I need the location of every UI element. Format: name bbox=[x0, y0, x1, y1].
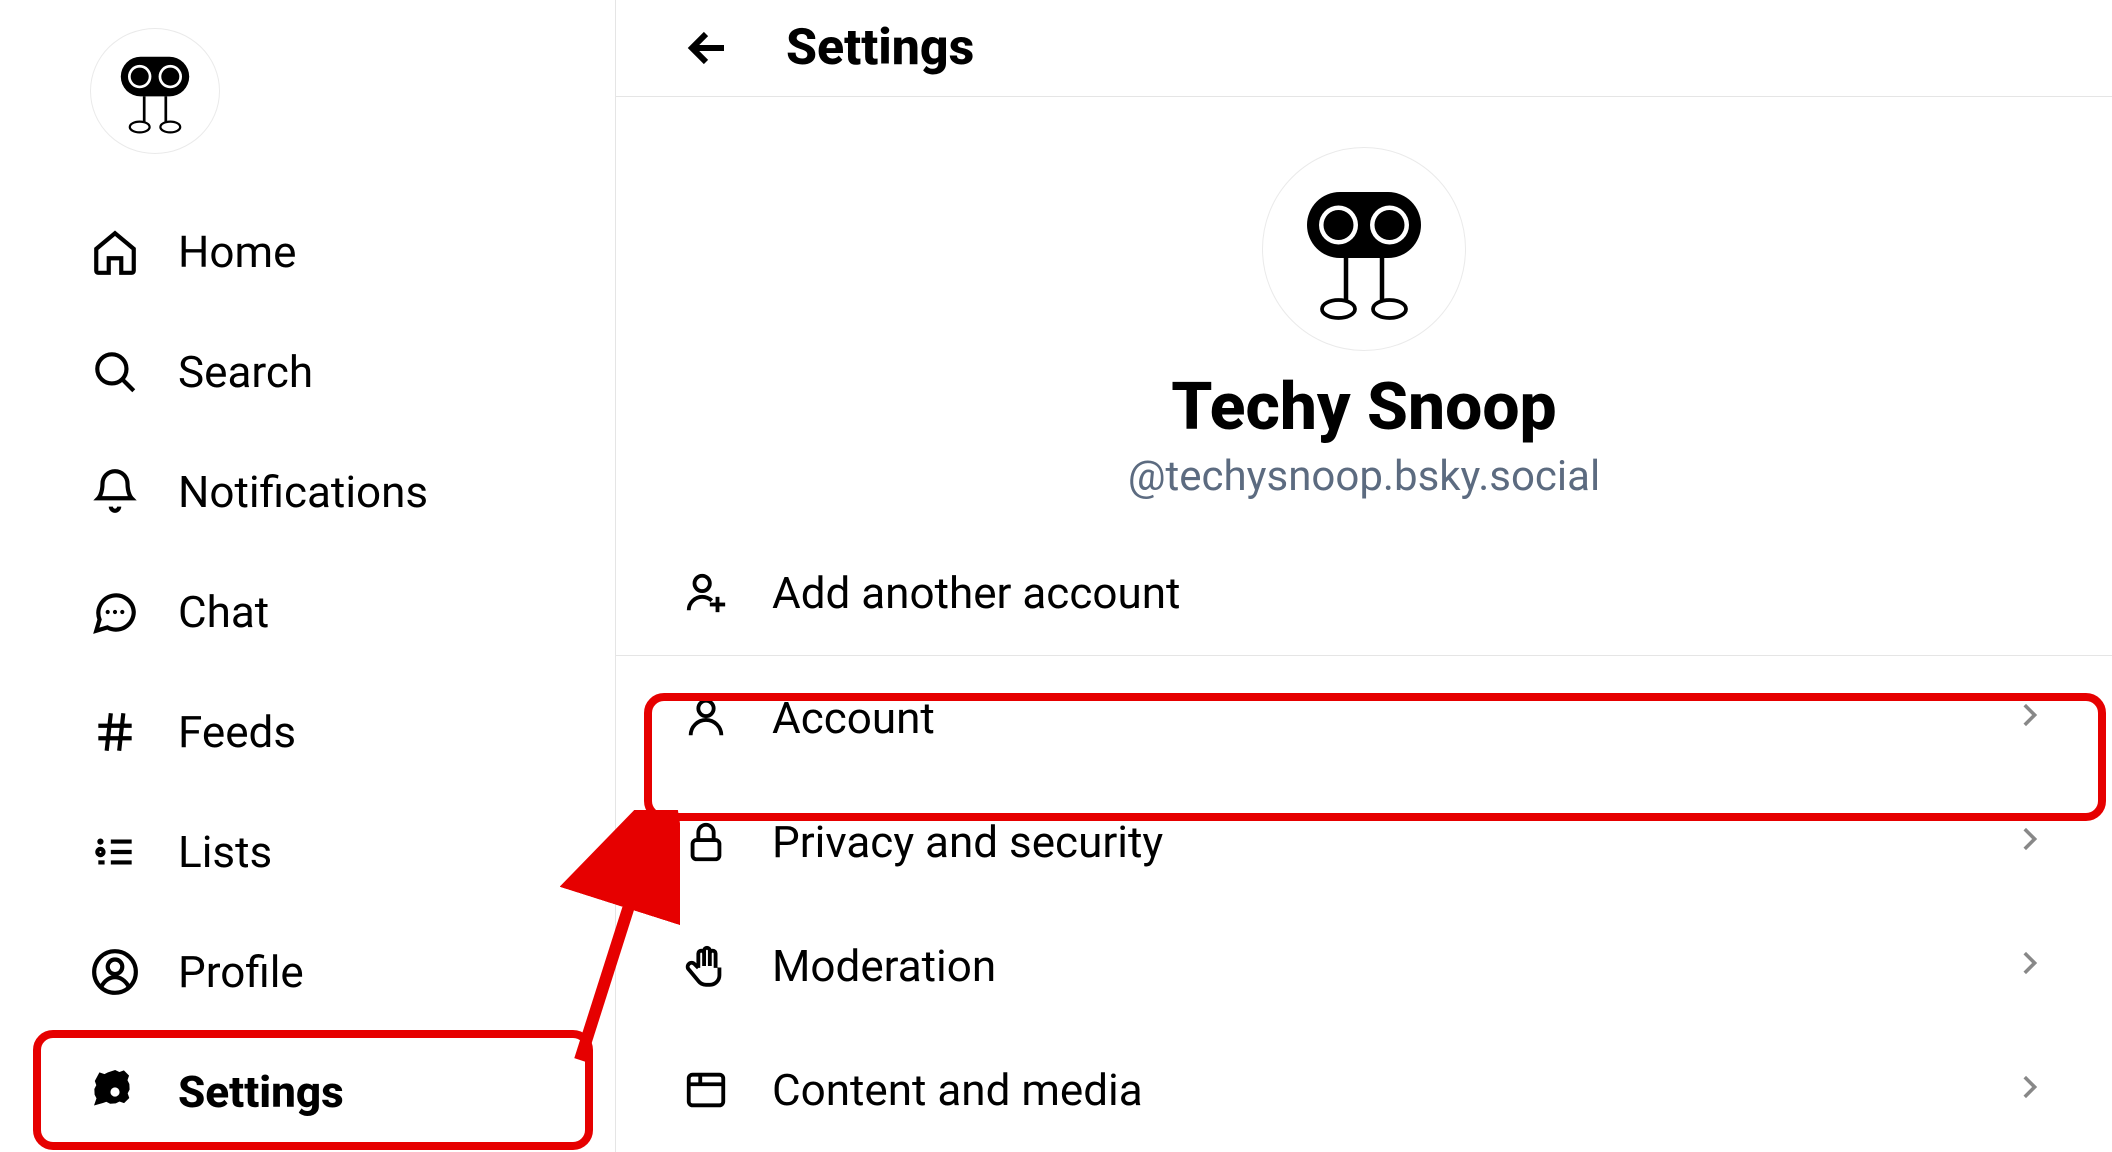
home-icon bbox=[90, 227, 140, 277]
sidebar-avatar[interactable] bbox=[90, 28, 220, 154]
profile-handle: @techysnoop.bsky.social bbox=[1128, 452, 1600, 501]
chevron-right-icon bbox=[2012, 698, 2052, 738]
chat-icon bbox=[90, 587, 140, 637]
search-icon bbox=[90, 347, 140, 397]
arrow-left-icon bbox=[684, 24, 732, 72]
nav-label: Search bbox=[178, 346, 313, 398]
avatar-icon bbox=[1289, 174, 1439, 324]
page-title: Settings bbox=[786, 19, 974, 77]
gear-icon bbox=[90, 1067, 140, 1117]
hand-icon bbox=[676, 936, 736, 996]
nav-profile[interactable]: Profile bbox=[90, 912, 615, 1032]
nav-settings[interactable]: Settings bbox=[90, 1032, 615, 1152]
nav-label: Settings bbox=[178, 1066, 344, 1118]
settings-row-moderation[interactable]: Moderation bbox=[616, 904, 2112, 1028]
list-icon bbox=[90, 827, 140, 877]
chevron-right-icon bbox=[2012, 946, 2052, 986]
main: Settings Techy Snoop @techysnoop.bsky.so… bbox=[616, 0, 2112, 1152]
user-plus-icon bbox=[676, 563, 736, 623]
nav-notifications[interactable]: Notifications bbox=[90, 432, 615, 552]
add-account-row[interactable]: Add another account bbox=[616, 531, 2112, 655]
nav-label: Chat bbox=[178, 586, 269, 638]
settings-rows: Account Privacy and security Moderation … bbox=[616, 655, 2112, 1152]
hash-icon bbox=[90, 707, 140, 757]
account-actions: Add another account bbox=[616, 531, 2112, 655]
nav-label: Profile bbox=[178, 946, 304, 998]
profile-display-name: Techy Snoop bbox=[1171, 369, 1556, 446]
nav-home[interactable]: Home bbox=[90, 192, 615, 312]
user-icon bbox=[676, 688, 736, 748]
profile-block: Techy Snoop @techysnoop.bsky.social bbox=[616, 97, 2112, 531]
nav-label: Home bbox=[178, 226, 296, 278]
row-label: Account bbox=[772, 692, 2012, 744]
chevron-right-icon bbox=[2012, 1070, 2052, 1110]
chevron-right-icon bbox=[2012, 822, 2052, 862]
lock-icon bbox=[676, 812, 736, 872]
nav-label: Lists bbox=[178, 826, 272, 878]
window-icon bbox=[676, 1060, 736, 1120]
settings-row-account[interactable]: Account bbox=[616, 656, 2112, 780]
bell-icon bbox=[90, 467, 140, 517]
profile-icon bbox=[90, 947, 140, 997]
back-button[interactable] bbox=[678, 18, 738, 78]
row-label: Add another account bbox=[772, 567, 2052, 619]
nav-search[interactable]: Search bbox=[90, 312, 615, 432]
nav-lists[interactable]: Lists bbox=[90, 792, 615, 912]
row-label: Privacy and security bbox=[772, 816, 2012, 868]
nav-label: Feeds bbox=[178, 706, 296, 758]
settings-row-privacy[interactable]: Privacy and security bbox=[616, 780, 2112, 904]
row-label: Moderation bbox=[772, 940, 2012, 992]
avatar-icon bbox=[110, 46, 200, 136]
header: Settings bbox=[616, 0, 2112, 97]
sidebar: Home Search Notifications Chat Feeds Lis… bbox=[0, 0, 616, 1152]
profile-avatar[interactable] bbox=[1262, 147, 1466, 351]
nav-chat[interactable]: Chat bbox=[90, 552, 615, 672]
nav-feeds[interactable]: Feeds bbox=[90, 672, 615, 792]
row-label: Content and media bbox=[772, 1064, 2012, 1116]
settings-row-content-media[interactable]: Content and media bbox=[616, 1028, 2112, 1152]
nav-label: Notifications bbox=[178, 466, 428, 518]
